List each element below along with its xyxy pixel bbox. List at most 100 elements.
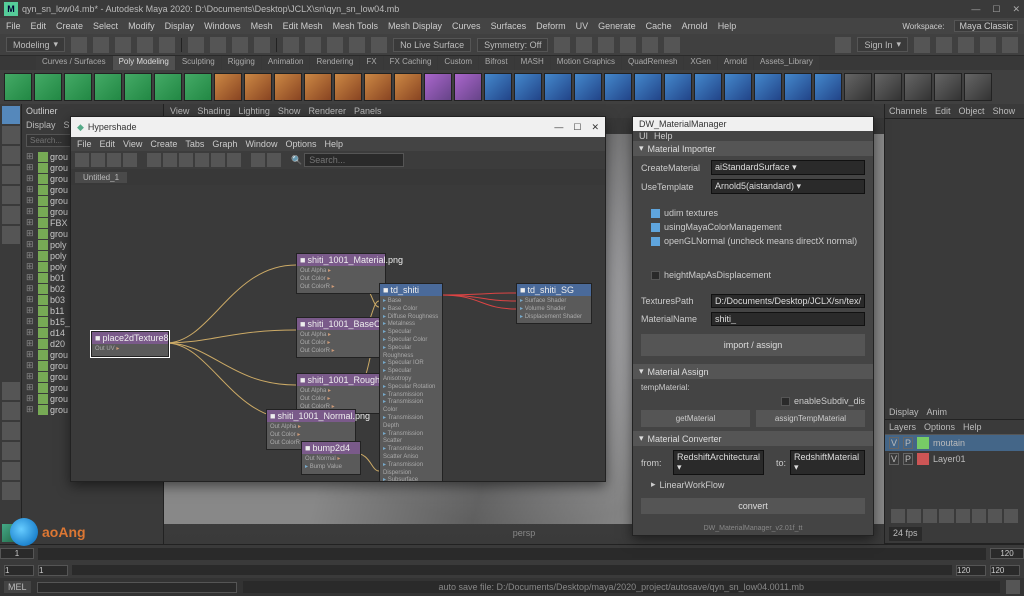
signin-dropdown[interactable]: Sign In▾ <box>857 37 908 52</box>
snap-plane-icon[interactable] <box>349 37 365 53</box>
marketplace-icon[interactable] <box>914 37 930 53</box>
shelf-offset-icon[interactable] <box>904 73 932 101</box>
shelf-insertedge-icon[interactable] <box>874 73 902 101</box>
open-scene-icon[interactable] <box>93 37 109 53</box>
hs-close-button[interactable]: ✕ <box>591 122 599 133</box>
hs-node-graph[interactable]: ■place2dTexture8 Out UV ■shiti_1001_Mate… <box>71 185 605 481</box>
node-material-tex[interactable]: ■shiti_1001_Material.png Out AlphaOut Co… <box>296 253 386 294</box>
mm-menu-help[interactable]: Help <box>654 131 673 141</box>
hs-menu-window[interactable]: Window <box>245 139 277 149</box>
chk-enablesubdiv[interactable]: enableSubdiv_dis <box>641 396 865 406</box>
node-port[interactable]: Transmission Depth <box>383 415 439 431</box>
account-icon[interactable] <box>835 37 851 53</box>
shelf-combine-icon[interactable] <box>484 73 512 101</box>
node-port[interactable]: Transmission Dispersion <box>383 462 439 478</box>
layout-3-icon[interactable] <box>980 37 996 53</box>
shelf-tab-fx[interactable]: FX <box>360 56 382 70</box>
vp-menu-renderer[interactable]: Renderer <box>308 106 346 116</box>
hs-toggle-bins-icon[interactable] <box>75 153 89 167</box>
node-port[interactable]: Specular <box>383 329 439 337</box>
node-port[interactable]: Transmission Scatter <box>383 431 439 447</box>
shelf-tab-mash[interactable]: MASH <box>515 56 550 70</box>
chk-linearwf[interactable]: ▸LinearWorkFlow <box>641 479 865 490</box>
select-tool[interactable] <box>2 106 20 124</box>
hs-add-icon[interactable] <box>195 153 209 167</box>
menu-meshdisplay[interactable]: Mesh Display <box>388 21 442 31</box>
shelf-bridge-icon[interactable] <box>574 73 602 101</box>
hs-maximize-button[interactable]: ☐ <box>573 122 581 133</box>
time-track[interactable] <box>38 548 986 560</box>
node-aistandard[interactable]: ■td_shiti BaseBase ColorDiffuse Roughnes… <box>379 283 443 481</box>
node-port[interactable]: Base Color <box>383 306 439 314</box>
vp-menu-show[interactable]: Show <box>278 106 301 116</box>
playback-end-input[interactable] <box>956 565 986 576</box>
node-port[interactable]: Specular Color <box>383 337 439 345</box>
play-end-icon[interactable] <box>1004 509 1018 523</box>
shelf-tab-arnold[interactable]: Arnold <box>718 56 753 70</box>
section-converter[interactable]: ▾Material Converter <box>633 431 873 446</box>
shelf-tab-bifrost[interactable]: Bifrost <box>479 56 514 70</box>
vp-menu-shading[interactable]: Shading <box>197 106 230 116</box>
play-prev-icon[interactable] <box>923 509 937 523</box>
symmetry-dropdown[interactable]: Symmetry: Off <box>477 38 548 52</box>
hs-menu-help[interactable]: Help <box>324 139 343 149</box>
shelf-tab-curves[interactable]: Curves / Surfaces <box>36 56 112 70</box>
menu-edit[interactable]: Edit <box>31 21 47 31</box>
hs-menu-tabs[interactable]: Tabs <box>185 139 204 149</box>
hs-solo-icon[interactable] <box>251 153 265 167</box>
script-editor-icon[interactable] <box>1006 580 1020 594</box>
layout-four[interactable] <box>2 402 20 420</box>
menu-modify[interactable]: Modify <box>128 21 155 31</box>
hypershade-window[interactable]: ◆ Hypershade —☐✕ File Edit View Create T… <box>70 116 606 482</box>
live-surface-dropdown[interactable]: No Live Surface <box>393 38 471 52</box>
shelf-boolean-icon[interactable] <box>724 73 752 101</box>
shelf-soccer-icon[interactable] <box>364 73 392 101</box>
range-start-input[interactable] <box>4 565 34 576</box>
section-assign[interactable]: ▾Material Assign <box>633 364 873 379</box>
close-button[interactable]: ✕ <box>1012 4 1020 15</box>
shelf-tab-assets[interactable]: Assets_Library <box>754 56 819 70</box>
shelf-target-icon[interactable] <box>784 73 812 101</box>
menu-editmesh[interactable]: Edit Mesh <box>283 21 323 31</box>
shelf-torus-icon[interactable] <box>124 73 152 101</box>
display-layer-row[interactable]: VPLayer01 <box>885 451 1024 467</box>
shelf-extract-icon[interactable] <box>634 73 662 101</box>
menu-generate[interactable]: Generate <box>598 21 636 31</box>
hs-graph-inout-icon[interactable] <box>179 153 193 167</box>
toolbar-icon[interactable] <box>642 37 658 53</box>
layout-persp[interactable] <box>2 462 20 480</box>
shelf-multicut-icon[interactable] <box>844 73 872 101</box>
layout-two-stack[interactable] <box>2 442 20 460</box>
node-port[interactable]: Diffuse Roughness <box>383 314 439 322</box>
time-current-input[interactable] <box>0 548 34 559</box>
node-port[interactable]: Specular Roughness <box>383 345 439 361</box>
hs-menu-create[interactable]: Create <box>150 139 177 149</box>
shelf-tab-xgen[interactable]: XGen <box>684 56 716 70</box>
cb-tab-edit[interactable]: Edit <box>935 106 951 116</box>
shelf-mirror-icon[interactable] <box>664 73 692 101</box>
section-importer[interactable]: ▾Material Importer <box>633 141 873 156</box>
menu-curves[interactable]: Curves <box>452 21 481 31</box>
shelf-supershape-icon[interactable] <box>394 73 422 101</box>
hs-toggle-work-icon[interactable] <box>107 153 121 167</box>
workspace-dropdown[interactable]: Maya Classic <box>954 20 1018 32</box>
chk-heightmap[interactable]: heightMapAsDisplacement <box>641 270 865 280</box>
menu-select[interactable]: Select <box>93 21 118 31</box>
shelf-svg-icon[interactable] <box>454 73 482 101</box>
autokey-icon[interactable] <box>957 527 971 541</box>
shelf-pipe-icon[interactable] <box>274 73 302 101</box>
moduleset-dropdown[interactable]: Modeling▾ <box>6 37 65 52</box>
cb-tab-show[interactable]: Show <box>993 106 1016 116</box>
convert-button[interactable]: convert <box>641 498 865 514</box>
layout-two-side[interactable] <box>2 422 20 440</box>
to-dropdown[interactable]: RedshiftMaterial ▾ <box>790 450 865 475</box>
chk-colormgmt[interactable]: usingMayaColorManagement <box>641 222 865 232</box>
node-port[interactable]: Specular IOR <box>383 360 439 368</box>
layer-menu-options[interactable]: Options <box>924 422 955 432</box>
assigntemp-button[interactable]: assignTempMaterial <box>756 410 865 427</box>
menu-mesh[interactable]: Mesh <box>251 21 273 31</box>
shelf-pyramid-icon[interactable] <box>244 73 272 101</box>
matname-input[interactable] <box>711 312 865 326</box>
shelf-tab-poly[interactable]: Poly Modeling <box>113 56 175 70</box>
hs-solo-last-icon[interactable] <box>267 153 281 167</box>
